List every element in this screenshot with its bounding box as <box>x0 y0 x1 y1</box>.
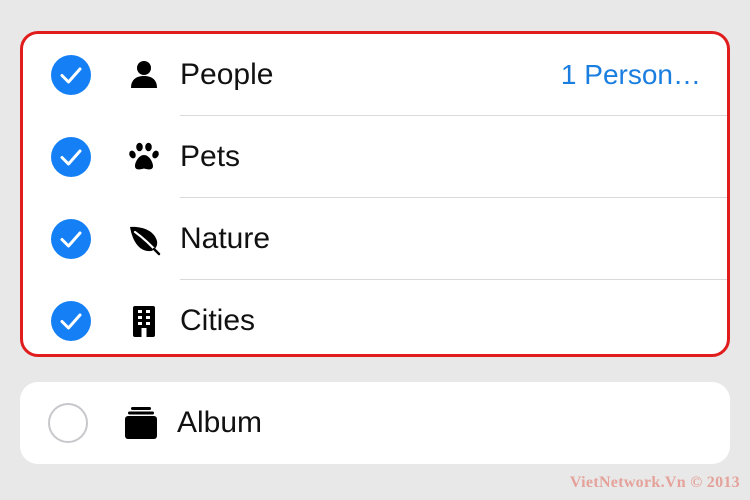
building-icon <box>127 304 161 338</box>
paw-icon <box>127 140 161 174</box>
album-group: Album <box>20 382 730 464</box>
filter-label-nature: Nature <box>180 222 271 255</box>
filter-label-pets: Pets <box>180 140 241 173</box>
person-icon <box>127 58 161 92</box>
filter-row-album[interactable]: Album <box>20 382 730 464</box>
people-count-link[interactable]: 1 Person… <box>561 59 701 91</box>
checkmark-icon[interactable] <box>51 219 91 259</box>
watermark-text: VietNetwork.Vn © 2013 <box>569 474 740 491</box>
filter-label-album: Album <box>177 406 263 439</box>
filter-label-people: People <box>180 58 274 91</box>
filter-group-highlighted: People 1 Person… Pets Nature Cities <box>20 31 730 357</box>
filter-label-cities: Cities <box>180 304 256 337</box>
filter-row-pets[interactable]: Pets <box>23 116 727 198</box>
checkmark-icon[interactable] <box>51 301 91 341</box>
checkmark-icon[interactable] <box>51 137 91 177</box>
filter-row-cities[interactable]: Cities <box>23 280 727 354</box>
album-stack-icon <box>124 406 158 440</box>
filter-row-people[interactable]: People 1 Person… <box>23 34 727 116</box>
empty-circle-icon[interactable] <box>48 403 88 443</box>
leaf-icon <box>127 222 161 256</box>
checkmark-icon[interactable] <box>51 55 91 95</box>
filter-row-nature[interactable]: Nature <box>23 198 727 280</box>
